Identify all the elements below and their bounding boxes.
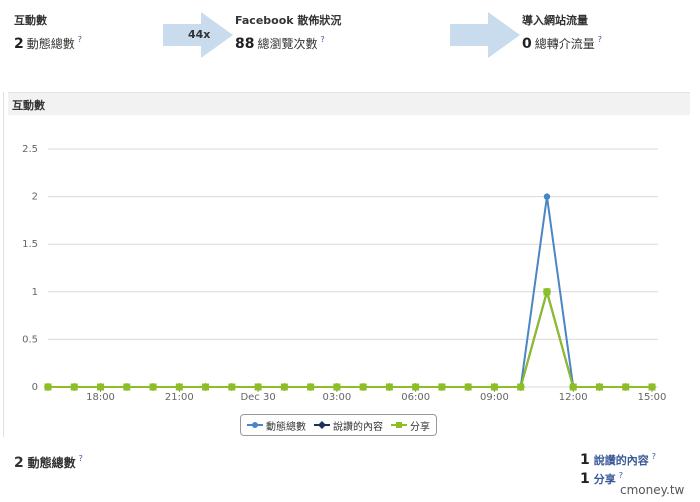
legend-item-likes[interactable]: 說讚的內容 xyxy=(314,418,383,433)
total-posts-number: 2 xyxy=(14,455,24,471)
data-point[interactable] xyxy=(648,383,656,391)
x-tick-label: 21:00 xyxy=(165,392,194,403)
help-icon[interactable]: ? xyxy=(78,35,82,44)
data-point[interactable] xyxy=(438,383,446,391)
watermark: cmoney.tw xyxy=(620,483,685,497)
stat-interactions: 互動數 2 動態總數? xyxy=(14,12,82,52)
stat-traffic-number: 0 xyxy=(522,36,532,52)
legend-label: 動態總數 xyxy=(266,421,306,433)
data-point[interactable] xyxy=(543,193,551,200)
stat-facebook-number: 88 xyxy=(235,36,255,52)
breakdown-row-likes: 1 說讚的內容? xyxy=(580,452,656,468)
legend-label: 分享 xyxy=(410,421,430,433)
data-point[interactable] xyxy=(412,383,420,391)
data-point[interactable] xyxy=(202,383,210,391)
total-posts-label: 動態總數 xyxy=(27,456,76,470)
stat-traffic-title: 導入網站流量 xyxy=(522,14,588,27)
legend-label: 說讚的內容 xyxy=(333,421,383,433)
data-point[interactable] xyxy=(70,383,78,391)
x-tick-label: 09:00 xyxy=(480,392,509,403)
data-point[interactable] xyxy=(490,383,498,391)
circle-marker-icon xyxy=(247,422,263,428)
data-point[interactable] xyxy=(622,383,630,391)
data-point[interactable] xyxy=(123,383,131,391)
shares-number: 1 xyxy=(580,471,590,487)
stat-interactions-title: 互動數 xyxy=(14,14,47,27)
section-title: 互動數 xyxy=(12,99,45,112)
section-header: 互動數 xyxy=(8,92,690,115)
data-point[interactable] xyxy=(359,383,367,391)
stat-facebook: Facebook 散佈狀況 88 總瀏覽次數? xyxy=(235,12,341,52)
data-point[interactable] xyxy=(44,383,52,391)
x-tick-label: 03:00 xyxy=(322,392,351,403)
x-tick-label: 18:00 xyxy=(86,392,115,403)
stat-traffic-label: 總轉介流量 xyxy=(534,37,595,51)
data-point[interactable] xyxy=(228,383,236,391)
chart-legend: 動態總數 說讚的內容 分享 xyxy=(240,414,437,436)
x-tick-label: Dec 30 xyxy=(240,392,275,403)
stat-facebook-label: 總瀏覽次數 xyxy=(257,37,318,51)
stats-header: 互動數 2 動態總數? 44x Facebook 散佈狀況 88 總瀏覽次數? 導入… xyxy=(0,0,700,90)
stat-interactions-label: 動態總數 xyxy=(26,37,75,51)
x-tick-label: 12:00 xyxy=(559,392,588,403)
stat-interactions-number: 2 xyxy=(14,36,24,52)
legend-item-shares[interactable]: 分享 xyxy=(391,418,430,433)
y-tick-label: 2 xyxy=(32,192,38,203)
likes-link[interactable]: 說讚的內容 xyxy=(594,454,649,467)
legend-item-total-posts[interactable]: 動態總數 xyxy=(247,418,306,433)
diamond-marker-icon xyxy=(314,421,330,429)
data-point[interactable] xyxy=(333,383,341,391)
help-icon[interactable]: ? xyxy=(321,35,325,44)
data-point[interactable] xyxy=(385,383,393,391)
stat-facebook-title: Facebook 散佈狀況 xyxy=(235,14,342,27)
help-icon[interactable]: ? xyxy=(598,35,602,44)
interactions-line-chart: 0 0.5 1 1.5 2 2.5 18:00 21:00 Dec 30 03:00 06:00 0… xyxy=(22,144,666,403)
data-point[interactable] xyxy=(595,383,603,391)
growth-multiplier: 44x xyxy=(188,28,211,41)
stat-traffic-line: 0 總轉介流量? xyxy=(522,35,602,52)
square-marker-icon xyxy=(391,422,407,428)
x-tick-label: 15:00 xyxy=(638,392,667,403)
help-icon[interactable]: ? xyxy=(652,452,656,461)
data-point[interactable] xyxy=(517,383,525,391)
x-axis-ticks: 18:00 21:00 Dec 30 03:00 06:00 09:00 12:00 15:0… xyxy=(86,387,666,403)
stat-facebook-line: 88 總瀏覽次數? xyxy=(235,35,341,52)
arrow-right-icon xyxy=(450,12,520,58)
help-icon[interactable]: ? xyxy=(79,454,83,463)
data-point[interactable] xyxy=(307,383,315,391)
data-point[interactable] xyxy=(149,383,157,391)
stat-interactions-line: 2 動態總數? xyxy=(14,35,82,52)
bottom-total-posts: 2 動態總數? xyxy=(14,454,83,471)
y-tick-label: 1 xyxy=(32,287,38,298)
y-tick-label: 0.5 xyxy=(22,334,38,345)
y-tick-label: 0 xyxy=(32,382,38,393)
data-point[interactable] xyxy=(464,383,472,391)
data-point[interactable] xyxy=(280,383,288,391)
data-point[interactable] xyxy=(175,383,183,391)
y-axis-ticks: 0 0.5 1 1.5 2 2.5 xyxy=(22,144,38,393)
data-point[interactable] xyxy=(569,383,577,391)
likes-number: 1 xyxy=(580,452,590,468)
data-point[interactable] xyxy=(543,288,551,296)
help-icon[interactable]: ? xyxy=(619,471,623,480)
x-tick-label: 06:00 xyxy=(401,392,430,403)
data-point[interactable] xyxy=(254,383,262,391)
data-point[interactable] xyxy=(97,383,105,391)
stat-traffic: 導入網站流量 0 總轉介流量? xyxy=(522,12,602,52)
y-tick-label: 1.5 xyxy=(22,239,38,250)
y-tick-label: 2.5 xyxy=(22,144,38,155)
chart-grid xyxy=(48,148,658,388)
shares-link[interactable]: 分享 xyxy=(594,473,616,486)
